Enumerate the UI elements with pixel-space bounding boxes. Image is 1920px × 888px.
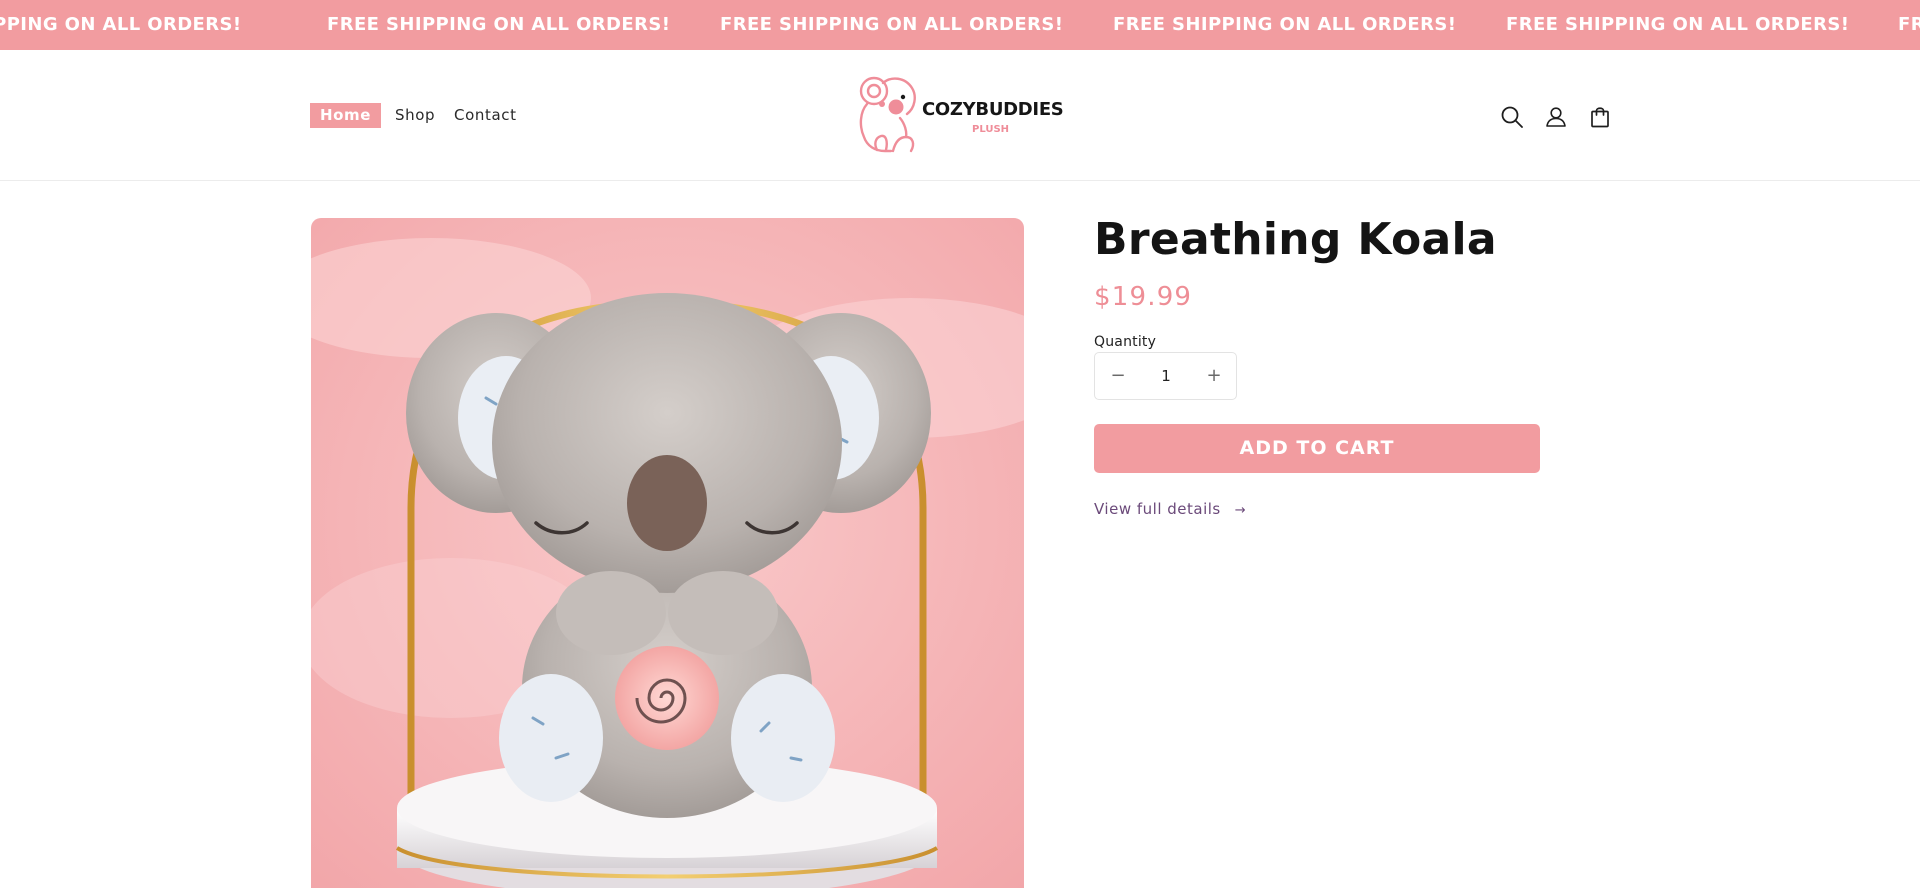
arrow-right-icon: → (1234, 503, 1247, 518)
announcement-bar: IPPING ON ALL ORDERS! FREE SHIPPING ON A… (0, 0, 1920, 50)
view-full-details-link[interactable]: View full details → (1094, 499, 1246, 519)
product-image[interactable] (311, 218, 1024, 888)
logo-wordmark: COZYBUDDIES (922, 99, 1064, 120)
view-details-label: View full details (1094, 500, 1221, 518)
announcement-text: IPPING ON ALL ORDERS! (0, 14, 242, 35)
quantity-label: Quantity (1094, 334, 1157, 350)
nav-shop-link[interactable]: Shop (395, 103, 435, 128)
announcement-text: FREE SHIPPING ON ALL ORDERS! (1113, 14, 1457, 35)
announcement-text: FREE SHIPPING ON ALL ORDERS! (327, 14, 671, 35)
koala-logo-icon (859, 76, 916, 153)
add-to-cart-button[interactable]: ADD TO CART (1094, 424, 1540, 473)
announcement-text: FREE SHIPPING ON ALL ORDERS! (1506, 14, 1850, 35)
cart-icon[interactable] (1587, 104, 1613, 130)
koala-plush-image (311, 218, 1024, 888)
nav-home-link[interactable]: Home (310, 103, 382, 128)
brand-logo[interactable]: COZYBUDDIES PLUSH (855, 74, 1064, 156)
product-title: Breathing Koala (1094, 214, 1497, 265)
announcement-text: FR (1898, 14, 1920, 35)
increase-quantity-button[interactable]: + (1191, 353, 1237, 399)
announcement-text: FREE SHIPPING ON ALL ORDERS! (720, 14, 1064, 35)
account-icon[interactable] (1543, 104, 1569, 130)
logo-tagline: PLUSH (972, 124, 1010, 135)
product-price: $19.99 (1094, 282, 1193, 312)
site-header: Home Shop Contact COZYBUDDIES PLUSH (0, 50, 1920, 181)
quantity-stepper: − + (1094, 352, 1237, 400)
quantity-input[interactable] (1141, 353, 1191, 399)
decrease-quantity-button[interactable]: − (1095, 353, 1141, 399)
search-icon[interactable] (1499, 104, 1525, 130)
nav-contact-link[interactable]: Contact (454, 103, 517, 128)
